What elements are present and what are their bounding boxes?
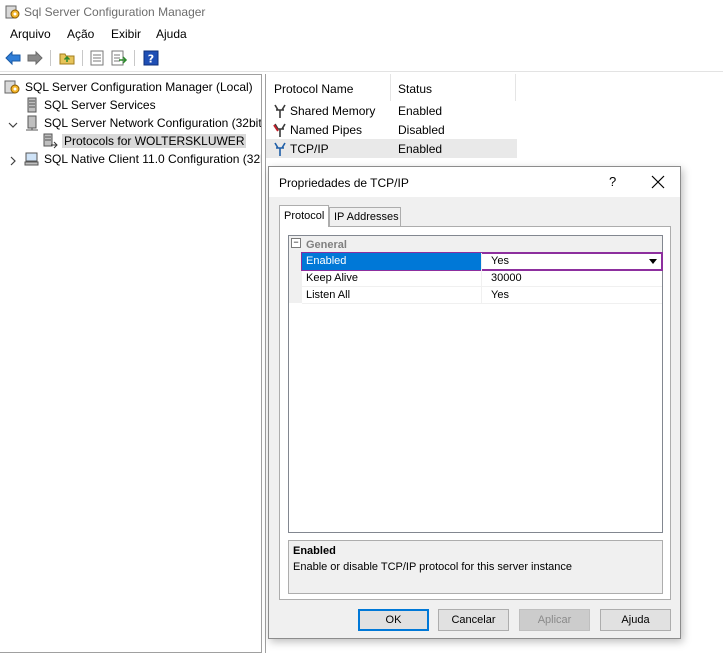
column-header-protocol-name[interactable]: Protocol Name (266, 74, 391, 101)
protocol-name: Named Pipes (290, 123, 363, 137)
menu-ajuda[interactable]: Ajuda (156, 27, 187, 41)
chevron-down-icon[interactable] (8, 120, 18, 130)
tcpip-properties-dialog: Propriedades de TCP/IP ? Protocol IP Add… (268, 166, 681, 639)
protocol-plug-icon (274, 104, 286, 118)
help-button[interactable]: Ajuda (600, 609, 671, 631)
svg-text:?: ? (148, 53, 154, 66)
tab-panel-protocol: − General Enabled Yes Keep Alive 30000 L… (279, 226, 671, 600)
toolbar: ? (0, 45, 723, 72)
property-name: Enabled (302, 253, 482, 270)
back-arrow-icon[interactable] (4, 49, 22, 67)
title-bar: Sql Server Configuration Manager (0, 0, 723, 24)
apply-button[interactable]: Aplicar (519, 609, 590, 631)
tree-item-label: Protocols for WOLTERSKLUWER (62, 134, 247, 148)
menu-arquivo[interactable]: Arquivo (10, 27, 51, 41)
dialog-title: Propriedades de TCP/IP (279, 176, 409, 190)
menu-acao[interactable]: Ação (67, 27, 94, 41)
property-name: Listen All (302, 287, 482, 304)
table-row[interactable]: TCP/IP Enabled (266, 139, 517, 158)
protocol-plug-disabled-icon (273, 123, 286, 137)
protocol-status: Enabled (398, 142, 443, 156)
property-value: Yes (491, 255, 509, 267)
property-value[interactable]: Yes (482, 287, 662, 304)
dialog-help-button[interactable]: ? (609, 174, 616, 189)
description-text: Enable or disable TCP/IP protocol for th… (293, 561, 573, 573)
column-header-status[interactable]: Status (392, 74, 516, 101)
property-category-general[interactable]: − General (289, 236, 662, 252)
table-row[interactable]: Named Pipes Disabled (266, 120, 517, 139)
dropdown-arrow-icon[interactable] (646, 254, 660, 268)
collapse-toggle[interactable]: − (291, 238, 301, 248)
protocol-status: Disabled (398, 123, 445, 137)
protocol-name: Shared Memory (290, 104, 376, 118)
property-grid: − General Enabled Yes Keep Alive 30000 L… (288, 235, 663, 533)
protocols-icon (43, 133, 58, 149)
server-services-icon (27, 97, 37, 113)
property-value[interactable]: 30000 (482, 270, 662, 287)
toolbar-separator (82, 50, 83, 66)
close-icon[interactable] (651, 175, 665, 189)
menu-bar: Arquivo Ação Exibir Ajuda (0, 24, 723, 44)
chevron-right-icon[interactable] (8, 156, 18, 166)
tab-protocol[interactable]: Protocol (279, 205, 329, 227)
tree-item-label: SQL Native Client 11.0 Configuration (32… (44, 152, 262, 166)
export-list-icon[interactable] (110, 49, 128, 67)
native-client-icon (24, 152, 39, 166)
tree-item-label: SQL Server Network Configuration (32bit) (44, 116, 262, 130)
property-row-keep-alive[interactable]: Keep Alive 30000 (302, 270, 662, 287)
help-icon[interactable]: ? (142, 49, 160, 67)
protocol-status: Enabled (398, 104, 443, 118)
tab-ip-addresses[interactable]: IP Addresses (329, 207, 401, 226)
category-label: General (306, 239, 347, 251)
property-description-panel: Enabled Enable or disable TCP/IP protoco… (288, 540, 663, 594)
network-config-icon (26, 115, 38, 131)
sql-config-app-icon (5, 5, 20, 19)
toolbar-separator (134, 50, 135, 66)
tree-item-label: SQL Server Services (44, 98, 156, 112)
property-row-listen-all[interactable]: Listen All Yes (302, 287, 662, 304)
dialog-title-bar[interactable]: Propriedades de TCP/IP ? (269, 167, 680, 197)
ok-button[interactable]: OK (358, 609, 429, 631)
sql-config-manager-icon (4, 80, 20, 94)
forward-arrow-icon[interactable] (26, 49, 44, 67)
protocol-name: TCP/IP (290, 142, 329, 156)
up-folder-icon[interactable] (58, 49, 76, 67)
table-row[interactable]: Shared Memory Enabled (266, 101, 517, 120)
menu-exibir[interactable]: Exibir (111, 27, 141, 41)
description-title: Enabled (293, 545, 336, 557)
property-name: Keep Alive (302, 270, 482, 287)
tree-item-label: SQL Server Configuration Manager (Local) (25, 80, 253, 94)
properties-icon[interactable] (88, 49, 106, 67)
toolbar-separator (50, 50, 51, 66)
cancel-button[interactable]: Cancelar (438, 609, 509, 631)
protocol-plug-icon (274, 142, 286, 156)
window-title: Sql Server Configuration Manager (24, 5, 206, 19)
property-grid-gutter (289, 252, 302, 303)
property-row-enabled[interactable]: Enabled Yes (301, 252, 663, 271)
tree-pane: SQL Server Configuration Manager (Local)… (0, 74, 262, 653)
property-value-dropdown[interactable]: Yes (482, 253, 662, 270)
